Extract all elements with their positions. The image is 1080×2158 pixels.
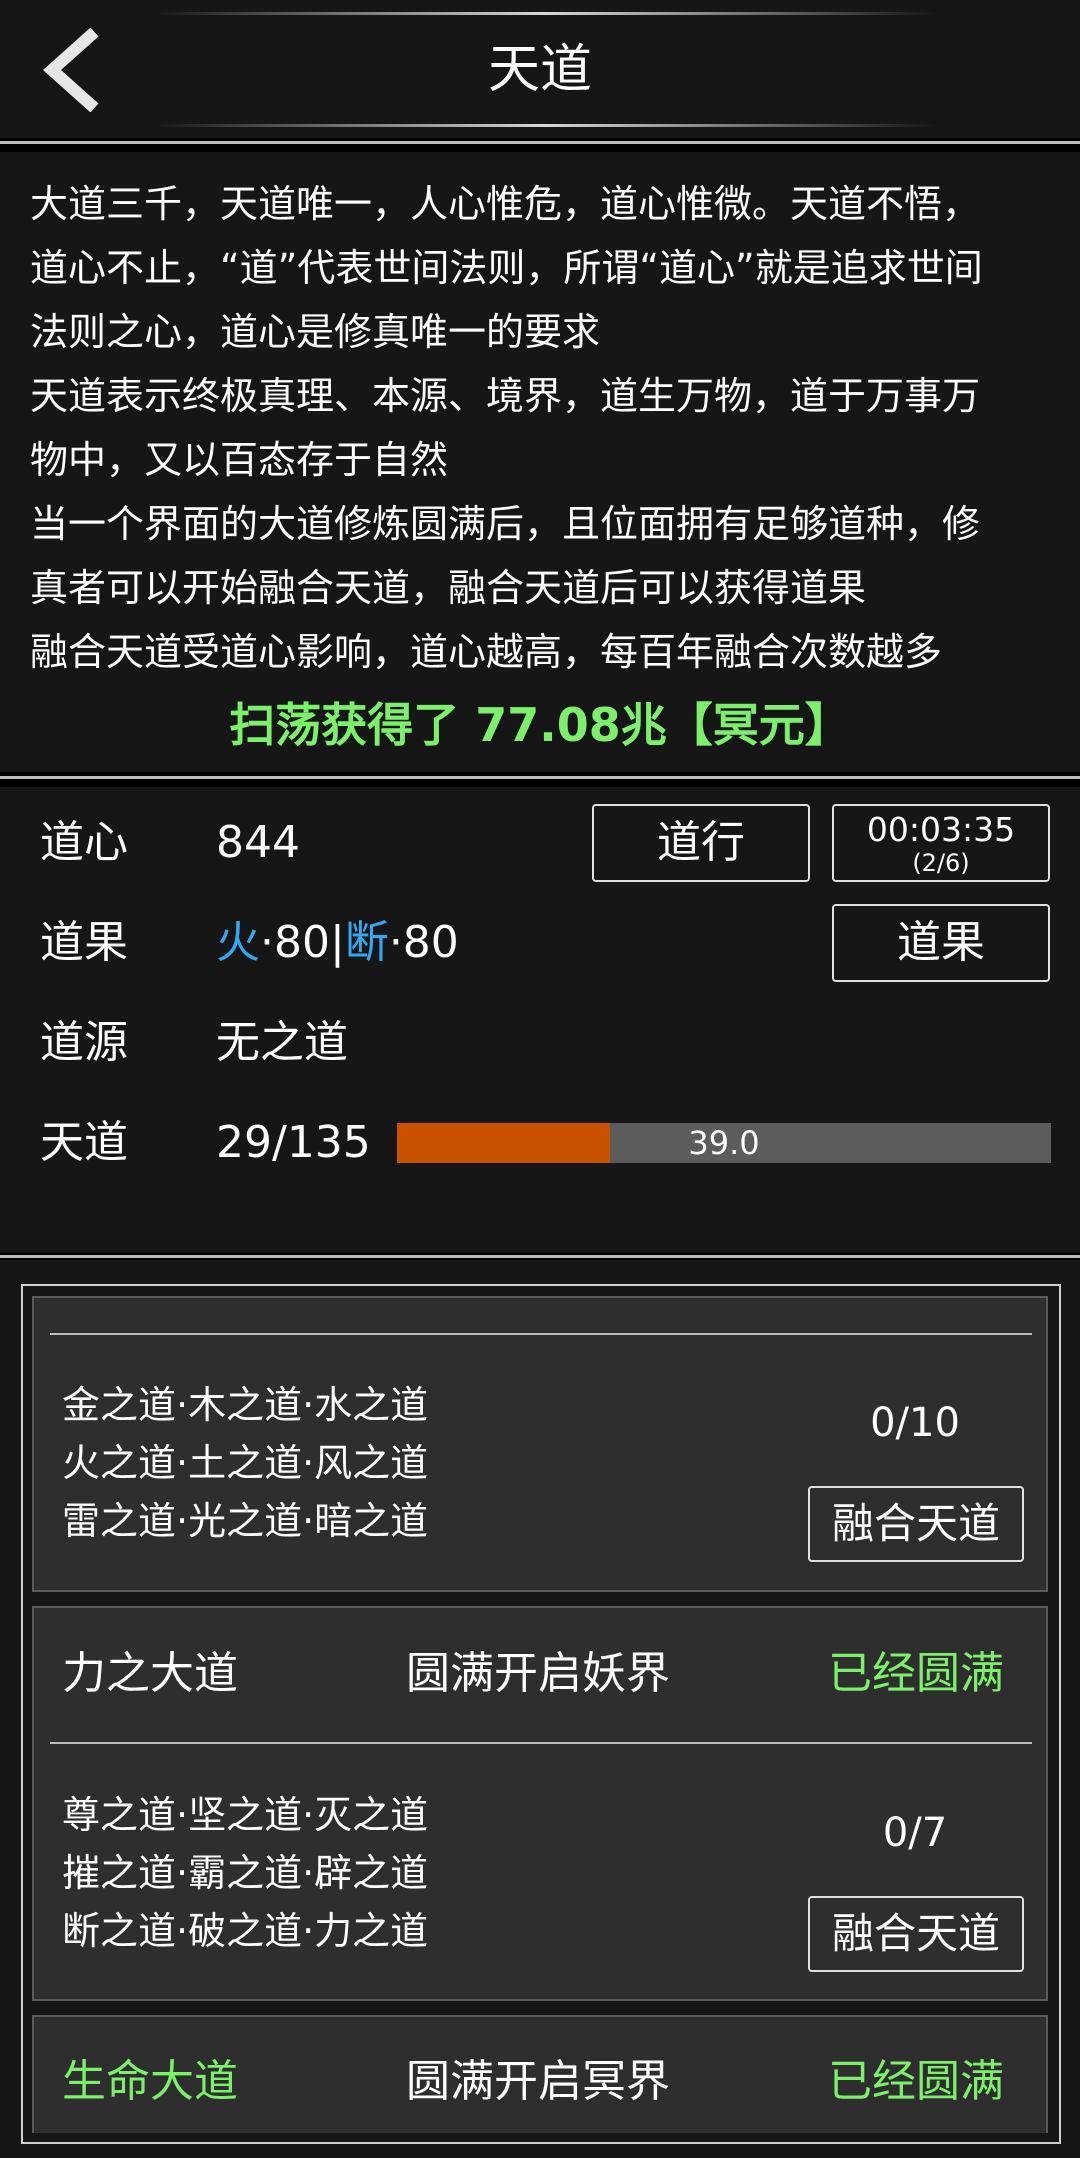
path-line: 雷之道·光之道·暗之道	[62, 1499, 429, 1543]
description-line: 真者可以开始融合天道，融合天道后可以获得道果	[30, 566, 867, 610]
card-divider	[50, 1333, 1032, 1335]
daoguo-button[interactable]: 道果	[832, 904, 1050, 982]
path-line: 断之道·破之道·力之道	[62, 1909, 429, 1953]
daoyuan-value: 无之道	[216, 1017, 348, 1068]
fuse-tiandao-button[interactable]: 融合天道	[808, 1486, 1024, 1562]
header-bar: 天道	[0, 0, 1080, 138]
fusion-count: 0/10	[870, 1400, 960, 1446]
divider	[0, 776, 1080, 779]
fusion-count: 0/7	[882, 1810, 948, 1856]
daoxin-label: 道心	[40, 817, 128, 868]
description-text: 大道三千，天道唯一，人心惟危，道心惟微。天道不悟， 道心不止，“道”代表世间法则…	[30, 172, 1050, 684]
loot-message: 扫荡获得了 77.08兆【冥元】	[229, 698, 851, 752]
unlock-text: 圆满开启冥界	[406, 2056, 670, 2107]
card-divider	[50, 1742, 1032, 1744]
tiandao-value: 29/135	[216, 1117, 371, 1168]
description-line: 天道表示终极真理、本源、境界，道生万物，道于万事万	[30, 374, 981, 418]
tiandao-label: 天道	[40, 1117, 128, 1168]
daoguo-break-level: ·80	[388, 917, 459, 968]
daoguo-value: 火·80|断·80	[216, 915, 459, 971]
path-line: 金之道·木之道·水之道	[62, 1383, 429, 1427]
daoguo-break: 断	[344, 917, 389, 968]
page-title: 天道	[487, 40, 592, 100]
description-line: 道心不止，“道”代表世间法则，所谓“道心”就是追求世间	[30, 246, 983, 290]
daoguo-label: 道果	[40, 917, 128, 968]
daoguo-fire-level: ·80	[260, 917, 330, 968]
description-line: 融合天道受道心影响，道心越高，每百年融合次数越多	[30, 630, 943, 674]
path-line: 摧之道·霸之道·辟之道	[62, 1851, 429, 1895]
divider	[0, 141, 1080, 144]
daoxing-button[interactable]: 道行	[592, 804, 810, 882]
description-line: 物中，又以百态存于自然	[30, 438, 449, 482]
great-path-name: 生命大道	[62, 2056, 238, 2107]
timer-text: 00:03:35	[866, 810, 1016, 849]
description-line: 大道三千，天道唯一，人心惟危，道心惟微。天道不悟，	[30, 182, 981, 226]
description-panel: 大道三千，天道唯一，人心惟危，道心惟微。天道不悟， 道心不止，“道”代表世间法则…	[0, 152, 1080, 772]
daoguo-fire: 火	[216, 917, 260, 968]
daoyuan-label: 道源	[40, 1017, 128, 1068]
daoguo-divider: |	[329, 917, 345, 968]
description-line: 法则之心，道心是修真唯一的要求	[30, 310, 601, 354]
header-bottom-line	[155, 124, 935, 127]
header-top-line	[155, 12, 935, 15]
unlock-text: 圆满开启妖界	[406, 1648, 670, 1699]
great-path-name: 力之大道	[62, 1648, 238, 1699]
timer-button[interactable]: 00:03:35 (2/6)	[832, 804, 1050, 882]
fuse-tiandao-button[interactable]: 融合天道	[808, 1896, 1024, 1972]
complete-status: 已经圆满	[828, 2056, 1004, 2107]
complete-status: 已经圆满	[828, 1648, 1004, 1699]
divider	[0, 1255, 1080, 1258]
daoxin-value: 844	[216, 817, 300, 868]
path-line: 尊之道·坚之道·灭之道	[62, 1793, 429, 1837]
tiandao-progress-bar: 39.0	[397, 1123, 1051, 1163]
description-line: 当一个界面的大道修炼圆满后，且位面拥有足够道种，修	[30, 502, 981, 546]
progress-text: 39.0	[688, 1124, 760, 1162]
timer-subtext: (2/6)	[912, 849, 970, 877]
path-line: 火之道·土之道·风之道	[62, 1441, 429, 1485]
